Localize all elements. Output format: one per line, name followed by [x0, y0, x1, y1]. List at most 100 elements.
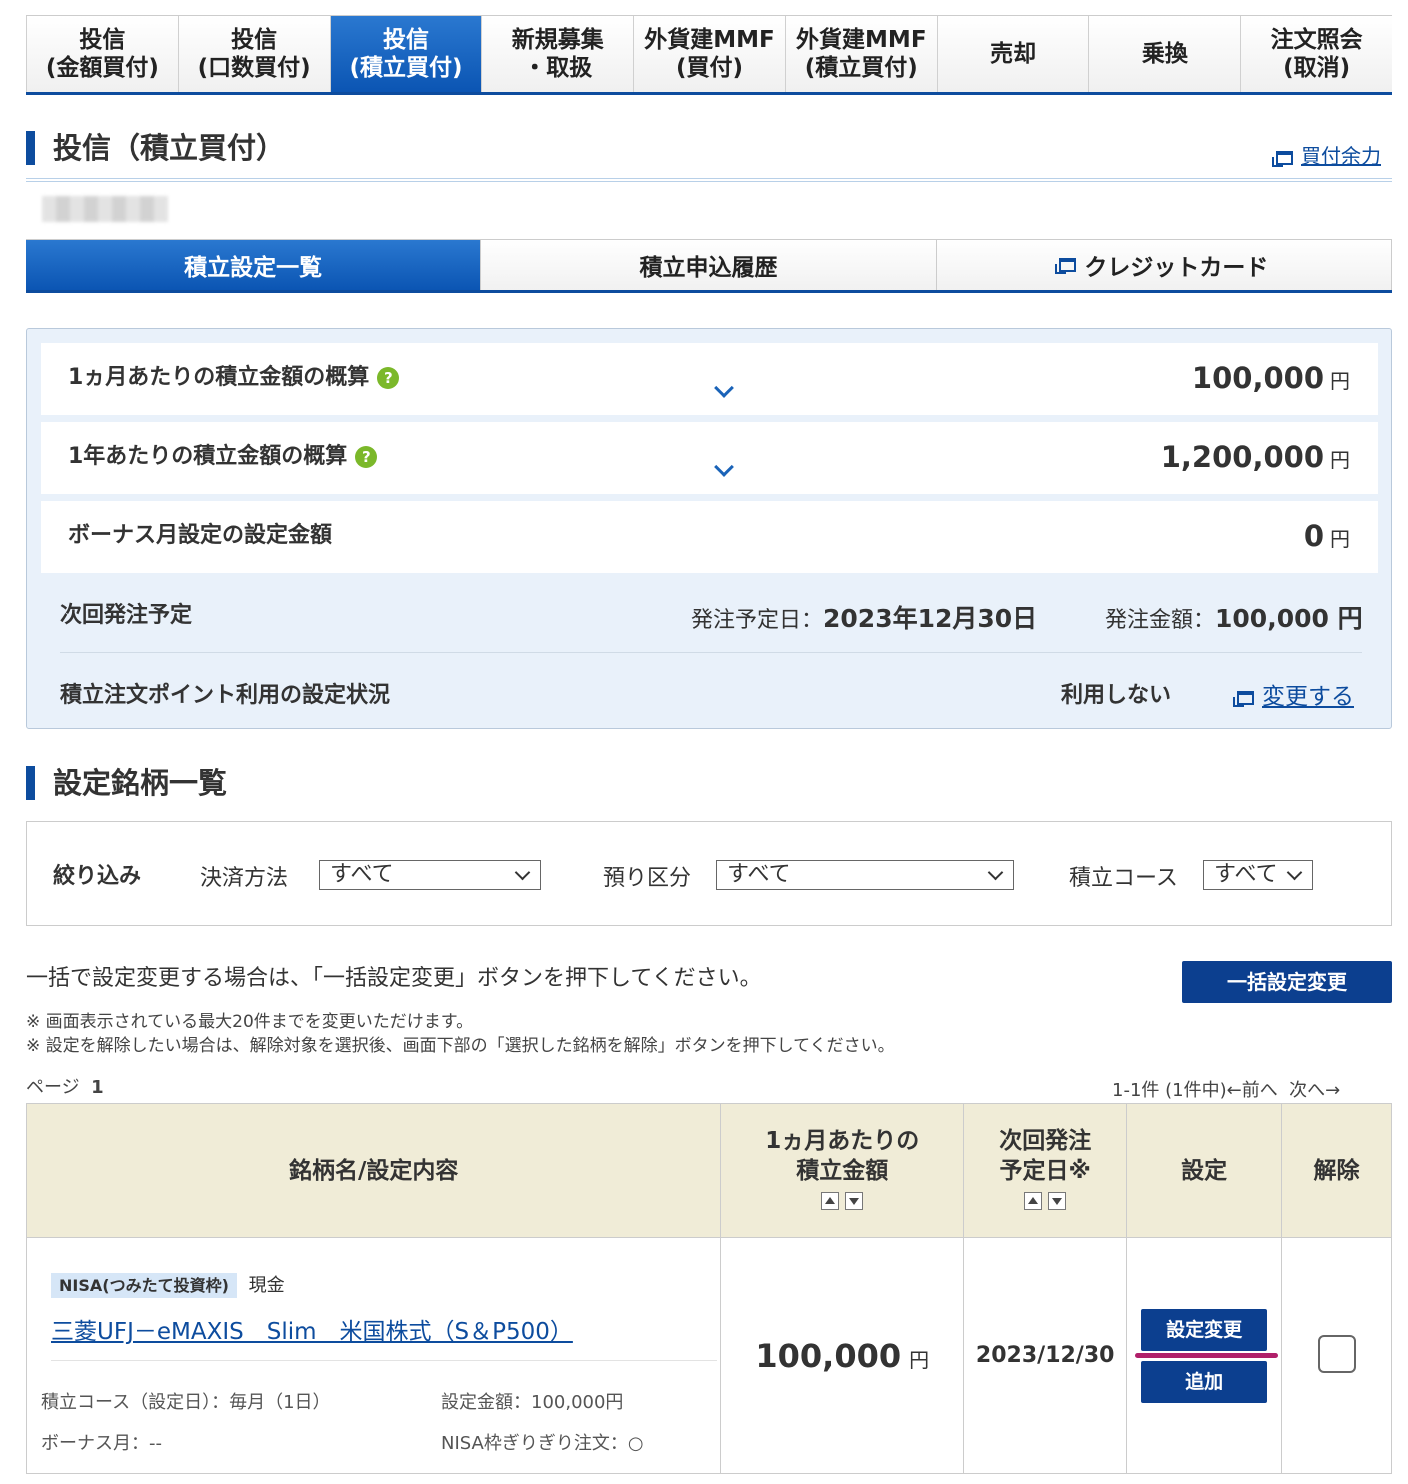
tab-label: 新規募集 [511, 27, 604, 53]
order-date-label: 発注予定日： [691, 608, 824, 633]
tab-foreign-mmf-reserve[interactable]: 外貨建MMF (積立買付) [784, 16, 937, 92]
prev-page: ←前へ [1226, 1080, 1278, 1101]
monthly-estimate-row[interactable]: 1ヵ月あたりの積立金額の概算? 100,000 円 [41, 343, 1378, 415]
sort-asc-icon[interactable] [1024, 1192, 1043, 1210]
nisa-badge: NISA(つみたて投資枠) [51, 1273, 237, 1298]
header-text: 1ヵ月あたりの [765, 1127, 920, 1154]
order-amount-label: 発注金額： [1105, 608, 1216, 633]
tab-label: (口数買付) [197, 55, 311, 81]
tab-label: (積立買付) [349, 55, 463, 81]
tab-fund-units-buy[interactable]: 投信 (口数買付) [177, 16, 330, 92]
tab-sell[interactable]: 売却 [936, 16, 1089, 92]
tab-new-offering[interactable]: 新規募集 ・取扱 [481, 16, 634, 92]
tab-reserve-settings[interactable]: 積立設定一覧 [26, 240, 482, 290]
monthly-amount-value: 100,000 [755, 1336, 902, 1375]
point-change-link[interactable]: 変更する [1262, 684, 1354, 710]
bulk-change-button[interactable]: 一括設定変更 [1182, 961, 1392, 1003]
account-type-select[interactable]: すべて [716, 860, 1014, 890]
next-page: 次へ→ [1289, 1080, 1341, 1101]
point-usage-status: 利用しない [1061, 683, 1172, 708]
monthly-estimate-label: 1ヵ月あたりの積立金額の概算 [68, 365, 370, 390]
section-title-settings: 設定銘柄一覧 [26, 766, 227, 800]
sort-desc-icon[interactable] [845, 1192, 864, 1210]
monthly-amount-cell: 100,000 円 [720, 1237, 965, 1474]
reserve-course-select[interactable]: すべて [1203, 860, 1313, 890]
sort-desc-icon[interactable] [1048, 1192, 1067, 1210]
tab-fund-amount-buy[interactable]: 投信 (金額買付) [26, 16, 178, 92]
tab-label: 注文照会 [1270, 27, 1363, 53]
order-amount-group: 発注金額：100,000 円 [1105, 599, 1363, 635]
page-label: ページ [26, 1077, 80, 1098]
next-date-value: 2023/12/30 [975, 1343, 1115, 1368]
new-window-icon [1233, 690, 1254, 707]
tab-label: 投信 [231, 27, 278, 53]
fund-cell: NISA(つみたて投資枠) 現金 三菱UFJ－eMAXIS Slim 米国株式（… [25, 1237, 722, 1474]
new-window-icon [1055, 258, 1077, 274]
tab-label: 売却 [990, 41, 1037, 67]
tab-switch[interactable]: 乗換 [1088, 16, 1241, 92]
tab-reserve-history[interactable]: 積立申込履歴 [481, 240, 937, 290]
fund-tags: NISA(つみたて投資枠) 現金 [51, 1271, 285, 1298]
cancel-cell [1281, 1237, 1392, 1474]
yearly-estimate-row[interactable]: 1年あたりの積立金額の概算? 1,200,000 円 [41, 422, 1378, 494]
yen-unit: 円 [1330, 527, 1350, 551]
buying-power-link[interactable]: 買付余力 [1301, 144, 1381, 168]
chevron-down-icon[interactable] [714, 457, 734, 477]
sort-asc-icon[interactable] [821, 1192, 840, 1210]
bulk-instruction: 一括で設定変更する場合は、「一括設定変更」ボタンを押下してください。 [26, 966, 762, 991]
next-date-cell: 2023/12/30 [963, 1237, 1128, 1474]
col-next-order-date: 次回発注 予定日※ [963, 1103, 1128, 1238]
header-text: 積立金額 [796, 1157, 889, 1184]
title-divider [26, 178, 1392, 182]
bonus-setting-label: ボーナス月設定の設定金額 [68, 523, 333, 548]
order-date-value: 2023年12月30日 [823, 604, 1038, 633]
tab-order-inquiry[interactable]: 注文照会 (取消) [1240, 16, 1393, 92]
fund-name-link[interactable]: 三菱UFJ－eMAXIS Slim 米国株式（S＆P500） [51, 1312, 573, 1346]
payment-filter-label: 決済方法 [200, 866, 289, 891]
yearly-estimate-label: 1年あたりの積立金額の概算 [68, 444, 348, 469]
course-filter-label: 積立コース [1069, 866, 1178, 891]
col-monthly-amount: 1ヵ月あたりの 積立金額 [720, 1103, 965, 1238]
header-text: 次回発注 [999, 1127, 1092, 1154]
monthly-estimate-amount: 100,000 [1191, 361, 1324, 395]
add-button[interactable]: 追加 [1141, 1361, 1268, 1403]
pagination-controls: 1-1件 (1件中)←前へ 次へ→ [1112, 1076, 1340, 1102]
tab-label: (積立買付) [804, 55, 918, 81]
account-type-label: 預り区分 [603, 866, 692, 891]
masked-account-name [42, 196, 168, 222]
tab-label: (買付) [676, 55, 744, 81]
chevron-down-icon[interactable] [714, 378, 734, 398]
table-header-row: 銘柄名/設定内容 1ヵ月あたりの 積立金額 次回発注 予定日※ 設定 解除 [25, 1103, 1392, 1238]
setting-cell: 設定変更 追加 [1126, 1237, 1283, 1474]
buying-power-link-wrap[interactable]: 買付余力 [1272, 140, 1381, 169]
next-order-label: 次回発注予定 [60, 603, 193, 628]
yen-unit: 円 [1330, 448, 1350, 472]
tab-credit-card[interactable]: クレジットカード [936, 240, 1392, 290]
filter-panel: 絞り込み 決済方法 すべて 預り区分 すべて 積立コース すべて [26, 821, 1392, 926]
cancel-checkbox[interactable] [1317, 1334, 1356, 1373]
col-fund-name: 銘柄名/設定内容 [25, 1103, 722, 1238]
tab-label: (取消) [1283, 55, 1351, 81]
nisa-limit-order-info: NISA枠ぎりぎり注文：○ [441, 1433, 644, 1454]
divider [51, 1360, 717, 1361]
reserve-summary-panel: 1ヵ月あたりの積立金額の概算? 100,000 円 1年あたりの積立金額の概算? … [26, 328, 1392, 729]
point-change-link-wrap[interactable]: 変更する [1233, 677, 1354, 711]
tab-label: (金額買付) [45, 55, 159, 81]
result-range: 1-1件 (1件中) [1112, 1080, 1227, 1101]
help-icon[interactable]: ? [355, 446, 378, 468]
tab-label: 外貨建MMF [644, 27, 775, 53]
help-icon[interactable]: ? [377, 367, 400, 389]
tab-label: 投信 [382, 27, 429, 53]
page-indicator: ページ 1 [26, 1073, 104, 1099]
tab-label: ・取扱 [523, 55, 593, 81]
set-amount-info: 設定金額：100,000円 [441, 1392, 624, 1413]
tab-foreign-mmf-buy[interactable]: 外貨建MMF (買付) [633, 16, 785, 92]
yen-unit: 円 [1330, 369, 1350, 393]
tab-fund-reserve-buy[interactable]: 投信 (積立買付) [329, 16, 482, 92]
order-amount-value: 100,000 円 [1215, 604, 1363, 633]
order-date-group: 発注予定日：2023年12月30日 [691, 599, 1037, 635]
change-setting-button[interactable]: 設定変更 [1141, 1309, 1268, 1351]
yearly-estimate-amount: 1,200,000 [1160, 440, 1324, 474]
payment-method-select[interactable]: すべて [319, 860, 541, 890]
filter-label: 絞り込み [53, 864, 142, 889]
